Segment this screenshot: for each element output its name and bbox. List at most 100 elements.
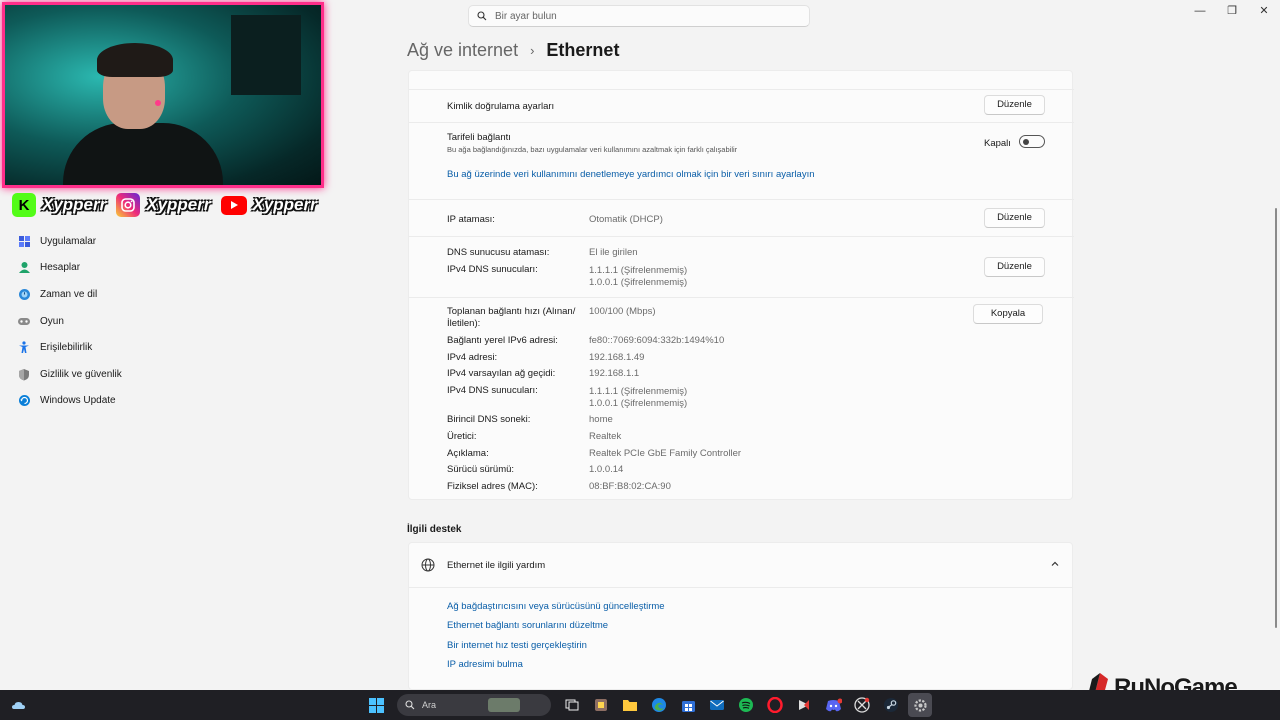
sidebar-item-windows-update[interactable]: Windows Update bbox=[0, 388, 300, 415]
task-view-button[interactable] bbox=[560, 693, 584, 717]
weather-icon[interactable] bbox=[10, 696, 28, 714]
opera-gx-icon bbox=[767, 697, 783, 713]
edge-icon bbox=[652, 698, 666, 712]
description-value: Realtek PCIe GbE Family Controller bbox=[589, 448, 742, 459]
sidebar-item-label: Erişilebilirlik bbox=[40, 342, 93, 354]
steam-app[interactable] bbox=[879, 693, 903, 717]
minimize-button[interactable]: — bbox=[1184, 0, 1216, 22]
ipv4-address-value: 192.168.1.49 bbox=[589, 352, 645, 363]
auth-edit-button[interactable]: Düzenle bbox=[984, 95, 1045, 115]
divider bbox=[409, 199, 1074, 200]
search-input[interactable] bbox=[495, 10, 795, 22]
dns-suffix-label: Birincil DNS soneki: bbox=[447, 414, 531, 425]
sidebar-item-time-language[interactable]: Zaman ve dil bbox=[0, 281, 300, 308]
capcut-app[interactable] bbox=[792, 693, 816, 717]
copy-button[interactable]: Kopyala bbox=[973, 304, 1043, 324]
sidebar-item-gaming[interactable]: Oyun bbox=[0, 308, 300, 335]
link-speed-label: Toplanan bağlantı hızı (Alınan/ bbox=[447, 306, 576, 317]
breadcrumb-parent[interactable]: Ağ ve internet bbox=[407, 40, 518, 61]
ipv4-dns-label: IPv4 DNS sunucuları: bbox=[447, 264, 538, 275]
gaming-icon bbox=[17, 314, 31, 328]
xbox-app[interactable] bbox=[850, 693, 874, 717]
folder-icon bbox=[623, 700, 637, 711]
youtube-icon bbox=[220, 195, 247, 215]
link-speed-label-cont: İletilen): bbox=[447, 318, 481, 329]
description-label: Açıklama: bbox=[447, 448, 489, 459]
ethernet-help-label: Ethernet ile ilgili yardım bbox=[447, 560, 546, 571]
page-title: Ethernet bbox=[546, 40, 620, 60]
ipv4-dns-value-2: 1.0.0.1 (Şifrelenmemiş) bbox=[589, 277, 688, 288]
windows-update-icon bbox=[17, 394, 31, 408]
maximize-button[interactable]: ❐ bbox=[1216, 0, 1248, 22]
mail-app[interactable] bbox=[705, 693, 729, 717]
accessibility-icon bbox=[17, 341, 31, 355]
settings-app[interactable] bbox=[908, 693, 932, 717]
help-link-update-adapter[interactable]: Ağ bağdaştırıcısını veya sürücüsünü günc… bbox=[447, 601, 665, 612]
gateway-value: 192.168.1.1 bbox=[589, 368, 640, 379]
sidebar-item-label: Oyun bbox=[40, 315, 64, 327]
dns-assignment-label: DNS sunucusu ataması: bbox=[447, 247, 550, 258]
sidebar-item-privacy[interactable]: Gizlilik ve güvenlik bbox=[0, 361, 300, 388]
metered-connection-label: Tarifeli bağlantı bbox=[447, 132, 511, 143]
dns-edit-button[interactable]: Düzenle bbox=[984, 257, 1045, 277]
xbox-icon bbox=[854, 697, 870, 713]
edge-app[interactable] bbox=[647, 693, 671, 717]
spotify-icon bbox=[739, 698, 753, 712]
sidebar-nav: Uygulamalar Hesaplar Zaman ve dil Oyun E… bbox=[0, 228, 300, 414]
sidebar-item-label: Uygulamalar bbox=[40, 235, 97, 247]
sidebar-item-label: Zaman ve dil bbox=[40, 288, 98, 300]
taskbar-search[interactable]: Ara bbox=[397, 694, 551, 716]
help-link-fix-ethernet[interactable]: Ethernet bağlantı sorunlarını düzeltme bbox=[447, 620, 608, 631]
sidebar-item-label: Hesaplar bbox=[40, 262, 81, 274]
steam-icon bbox=[884, 698, 898, 712]
help-link-speed-test[interactable]: Bir internet hız testi gerçekleştirin bbox=[447, 640, 587, 651]
taskbar-apps: Ara bbox=[364, 693, 932, 717]
ip-assignment-edit-button[interactable]: Düzenle bbox=[984, 208, 1045, 228]
ip-assignment-value: Otomatik (DHCP) bbox=[589, 214, 663, 225]
youtube-handle: Xypperr bbox=[252, 195, 317, 214]
chevron-up-icon[interactable] bbox=[1050, 559, 1060, 569]
ip-assignment-label: IP ataması: bbox=[447, 214, 495, 225]
mail-icon bbox=[710, 700, 724, 710]
help-link-find-ip[interactable]: IP adresimi bulma bbox=[447, 659, 523, 670]
driver-version-value: 1.0.0.14 bbox=[589, 464, 624, 475]
manufacturer-label: Üretici: bbox=[447, 431, 477, 442]
gateway-label: IPv4 varsayılan ağ geçidi: bbox=[447, 368, 556, 379]
kick-handle: Xypperr bbox=[42, 195, 107, 214]
widgets-app[interactable] bbox=[589, 693, 613, 717]
windows-logo-icon bbox=[368, 697, 384, 713]
opera-app[interactable] bbox=[763, 693, 787, 717]
spotify-app[interactable] bbox=[734, 693, 758, 717]
sidebar-item-accounts[interactable]: Hesaplar bbox=[0, 255, 300, 282]
store-app[interactable] bbox=[676, 693, 700, 717]
manufacturer-value: Realtek bbox=[589, 431, 622, 442]
ipv4-dns-servers-value-1: 1.1.1.1 (Şifrelenmemiş) bbox=[589, 386, 688, 397]
link-speed-value: 100/100 (Mbps) bbox=[589, 306, 656, 317]
store-icon bbox=[681, 700, 695, 712]
data-limit-link[interactable]: Bu ağ üzerinde veri kullanımını denetlem… bbox=[447, 169, 815, 180]
file-explorer-app[interactable] bbox=[618, 693, 642, 717]
divider bbox=[409, 89, 1074, 90]
metered-toggle[interactable] bbox=[1019, 135, 1045, 148]
metered-connection-description: Bu ağa bağlandığınızda, bazı uygulamalar… bbox=[447, 145, 738, 154]
globe-icon bbox=[421, 558, 435, 572]
breadcrumb: Ağ ve internet › Ethernet bbox=[407, 40, 619, 61]
privacy-shield-icon bbox=[17, 367, 31, 381]
start-button[interactable] bbox=[364, 693, 388, 717]
sidebar-item-accessibility[interactable]: Erişilebilirlik bbox=[0, 334, 300, 361]
driver-version-label: Sürücü sürümü: bbox=[447, 464, 515, 475]
scrollbar-thumb[interactable] bbox=[1275, 208, 1277, 628]
sidebar-item-apps[interactable]: Uygulamalar bbox=[0, 228, 300, 255]
close-button[interactable]: ✕ bbox=[1248, 0, 1280, 22]
discord-app[interactable] bbox=[821, 693, 845, 717]
search-highlight-image bbox=[488, 698, 521, 712]
widgets-icon bbox=[595, 699, 607, 711]
ethernet-help-expander[interactable]: Ethernet ile ilgili yardım bbox=[409, 543, 1072, 587]
mac-address-label: Fiziksel adres (MAC): bbox=[447, 481, 538, 492]
mac-address-value: 08:BF:B8:02:CA:90 bbox=[589, 481, 671, 492]
related-help-card: Ethernet ile ilgili yardım Ağ bağdaştırı… bbox=[408, 542, 1073, 690]
search-icon bbox=[405, 700, 415, 710]
ipv6-label: Bağlantı yerel IPv6 adresi: bbox=[447, 335, 558, 346]
apps-icon bbox=[17, 234, 31, 248]
settings-search-box[interactable] bbox=[468, 5, 810, 27]
